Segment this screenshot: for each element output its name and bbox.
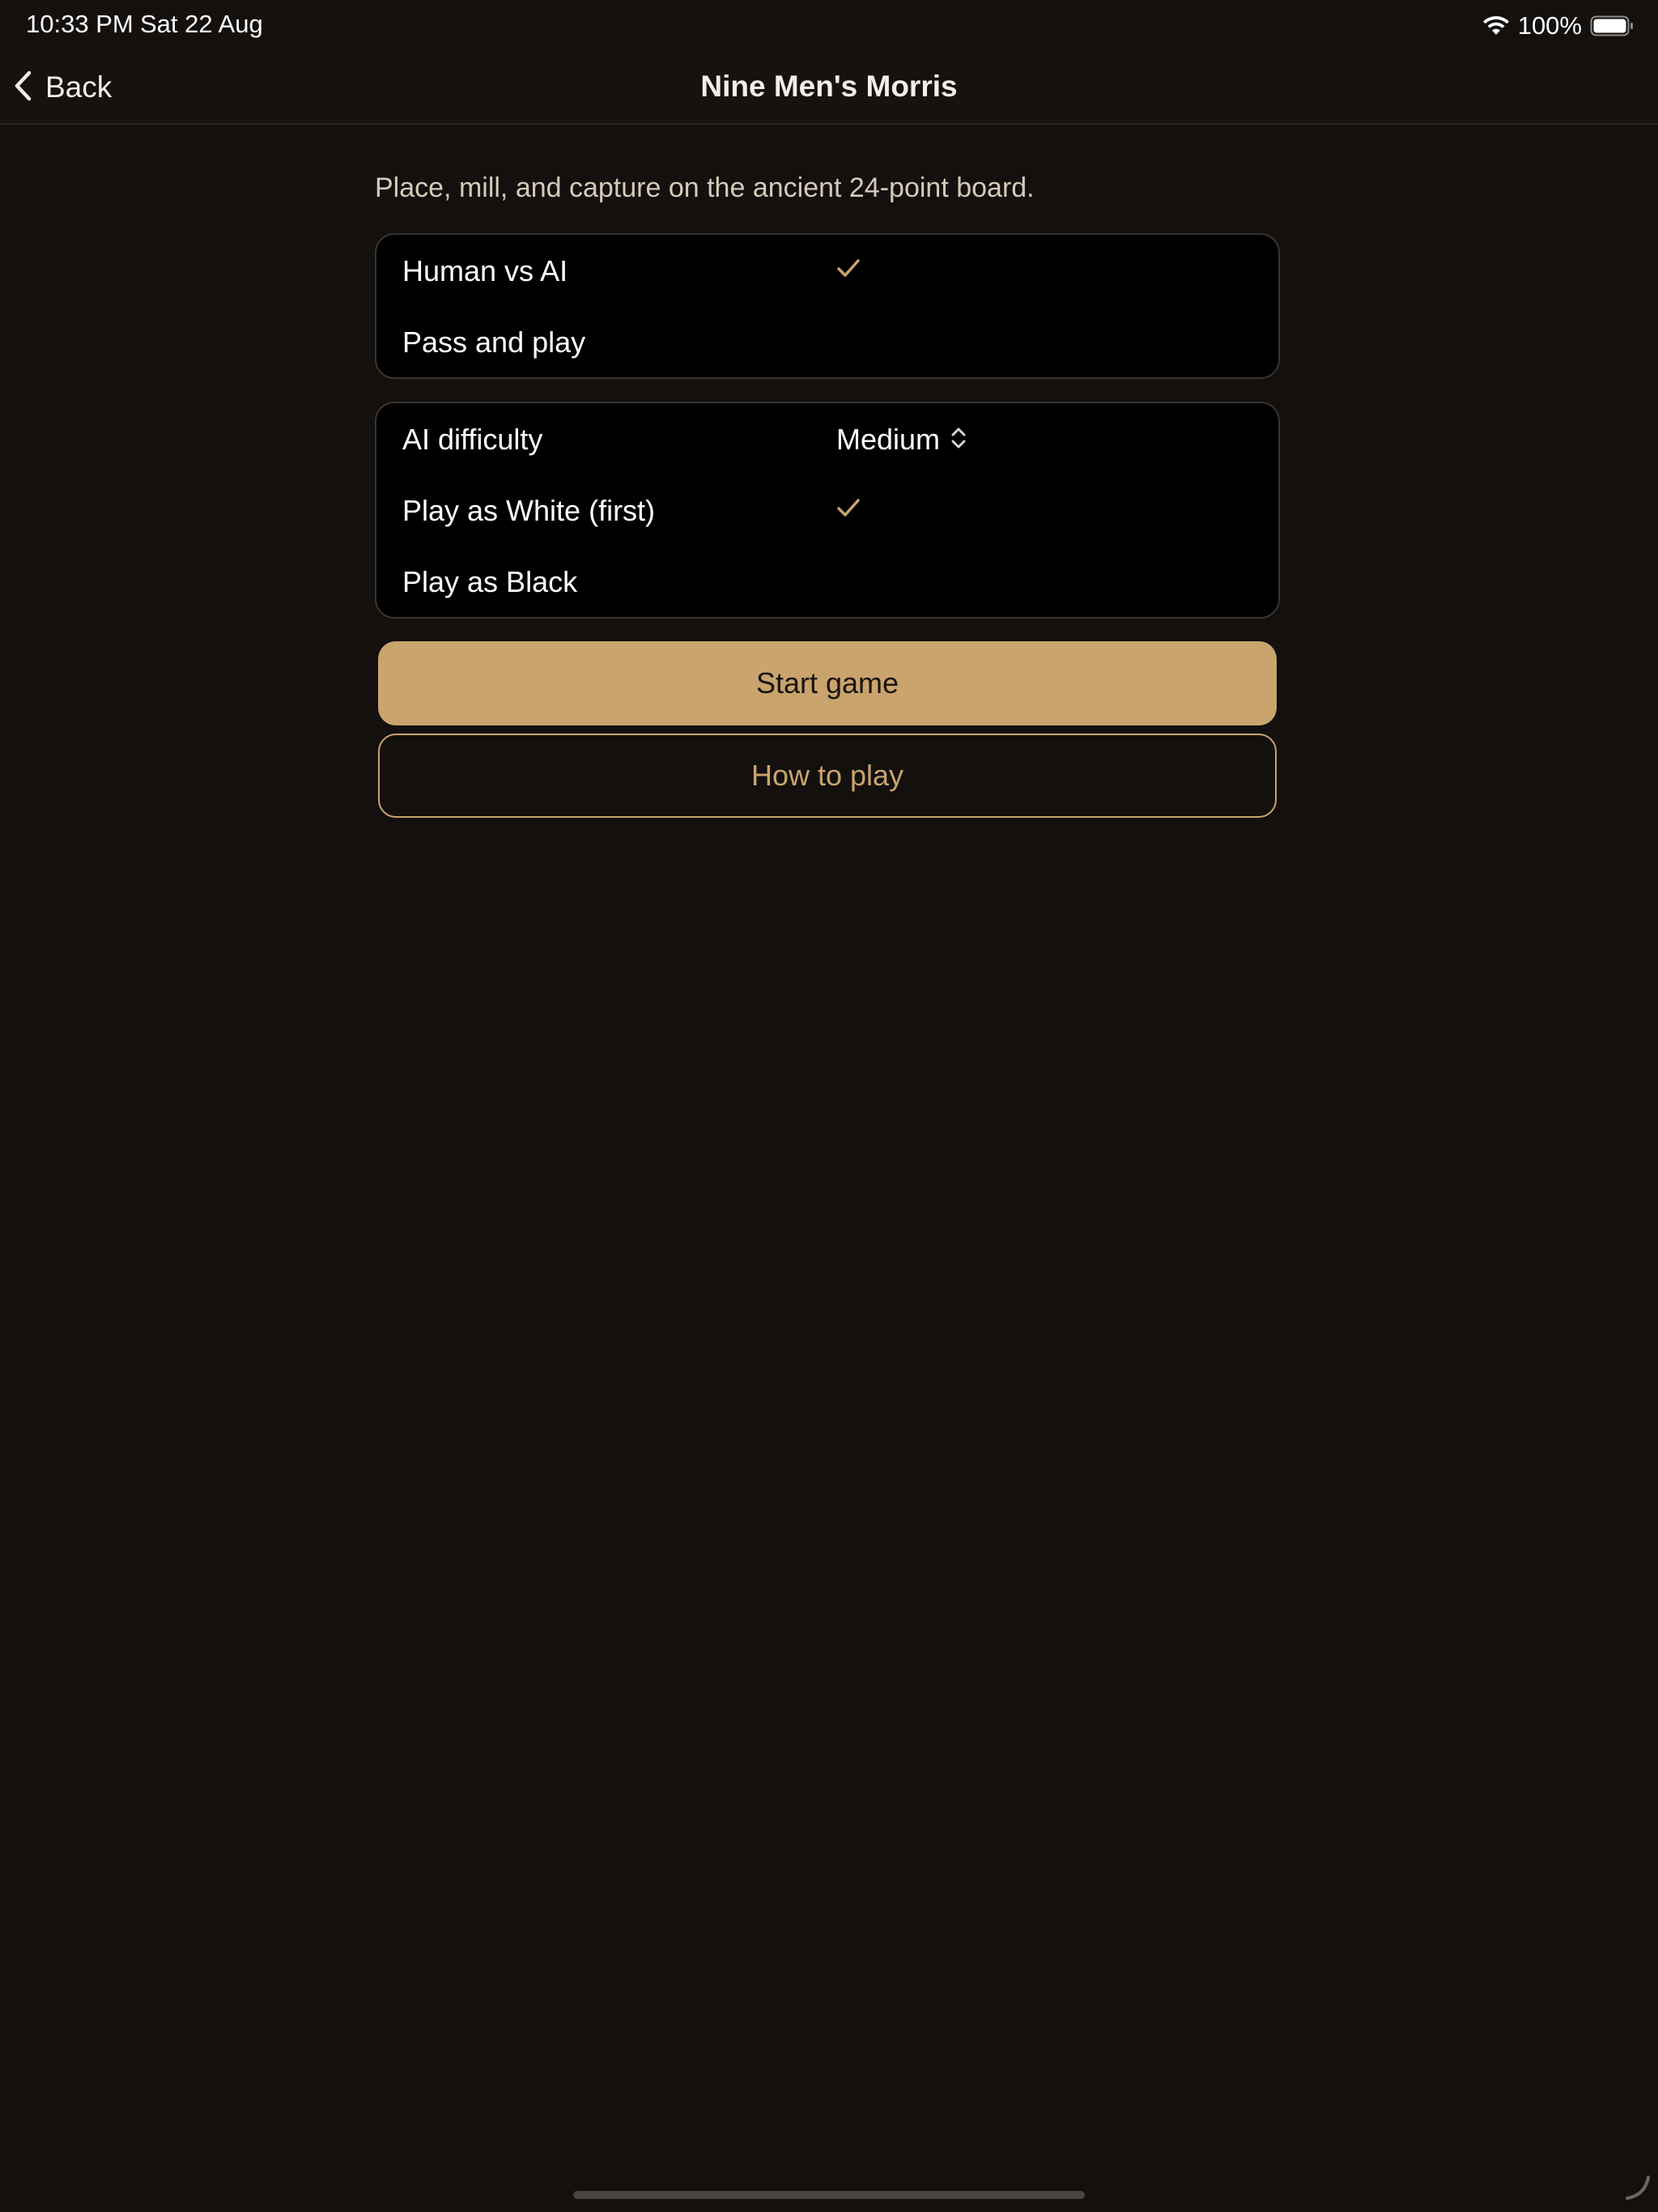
battery-percent: 100% <box>1517 11 1582 40</box>
ai-difficulty-value: Medium <box>836 423 941 456</box>
side-option-label: Play as Black <box>402 565 578 598</box>
game-mode-group: Human vs AI Pass and play <box>375 233 1280 379</box>
ai-difficulty-row: AI difficulty Medium <box>376 403 1278 474</box>
battery-icon <box>1590 15 1634 36</box>
how-to-play-button[interactable]: How to play <box>378 734 1277 818</box>
chevron-up-down-icon <box>950 425 967 455</box>
status-bar: 10:33 PM Sat 22 Aug 100% <box>0 0 1658 52</box>
side-option-black[interactable]: Play as Black <box>376 546 1278 617</box>
mode-option-human-vs-ai[interactable]: Human vs AI <box>376 235 1278 306</box>
side-option-white[interactable]: Play as White (first) <box>376 474 1278 546</box>
checkmark-icon <box>836 497 861 522</box>
ai-difficulty-picker[interactable]: Medium <box>836 423 967 457</box>
mode-option-label: Human vs AI <box>402 254 568 287</box>
mode-option-label: Pass and play <box>402 325 586 359</box>
mode-option-pass-and-play[interactable]: Pass and play <box>376 306 1278 377</box>
start-game-button[interactable]: Start game <box>378 641 1277 725</box>
game-options-group: AI difficulty Medium Play as White (firs… <box>375 402 1280 619</box>
checkmark-icon <box>836 257 861 283</box>
wifi-icon <box>1482 15 1510 36</box>
home-indicator[interactable] <box>573 2191 1085 2199</box>
side-option-label: Play as White (first) <box>402 494 656 527</box>
status-time: 10:33 PM <box>26 10 134 38</box>
status-indicators: 100% <box>1482 8 1634 44</box>
navigation-bar: Back Nine Men's Morris <box>0 52 1658 125</box>
status-date: Sat 22 Aug <box>140 10 263 38</box>
resize-handle-icon <box>1622 2172 1652 2206</box>
ai-difficulty-label: AI difficulty <box>402 423 543 456</box>
page-title: Nine Men's Morris <box>700 70 958 103</box>
game-description: Place, mill, and capture on the ancient … <box>375 172 1035 203</box>
setup-content: Place, mill, and capture on the ancient … <box>375 162 1282 818</box>
